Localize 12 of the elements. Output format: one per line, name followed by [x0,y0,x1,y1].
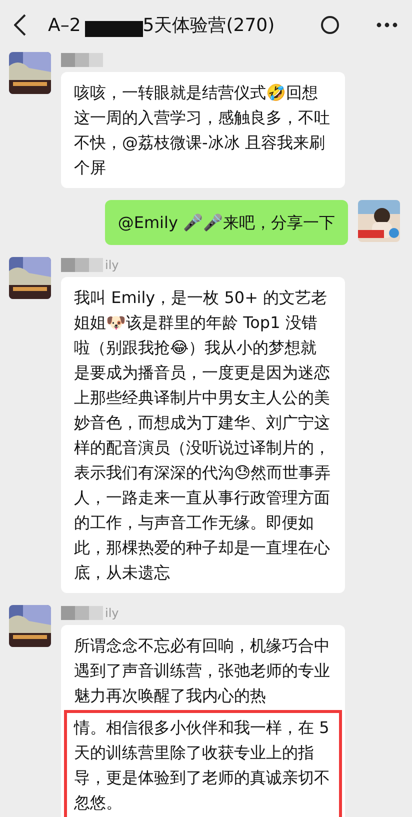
highlighted-message-text: 情。相信很多小伙伴和我一样，在 5 天的训练营里除了收获专业上的指导，更是体验到了老师的真诚亲切不忽悠。 [64,710,342,817]
back-icon[interactable] [14,14,26,36]
message-text: 所谓念念不忘必有回响，机缘巧合中遇到了声音训练营，张弛老师的专业魅力再次唤醒了我内心的热 [74,635,331,707]
message-text: 咳咳，一转眼就是结营仪式🤣回想这一周的入营学习，感触良多，不吐不快，@荔枝微课-冰冰 且容我来刷个屏 [74,82,331,179]
circle-icon[interactable] [320,15,340,35]
message-text: 我叫 Emily，是一枚 50+ 的文艺老姐姐🐶该是群里的年龄 Top1 没错啦（别跟我抢😂）我从小的梦想就是要成为播音员，一度更是因为迷恋上那些经典译制片中男女主人公的美妙音色，而想成为丁建华、刘广宁这样的配音演员（没听说过译制片的，表示我们有深深的代沟😓然而世事弄人，一路走来一直从事行政管理方面的工作，与声音工作无缘。即便如此，那棵热爱的种子却是一直埋在心底，从未遗忘 [74,287,332,584]
more-icon[interactable] [376,22,398,28]
sender-name: ily [105,258,119,272]
chat-title: A–2 [48,14,81,36]
chat-title: 5天体验营(270) [142,14,275,37]
sender-name: ily [105,606,119,620]
message-text: @Emily 🎤🎤来吧，分享一下 [118,212,335,234]
